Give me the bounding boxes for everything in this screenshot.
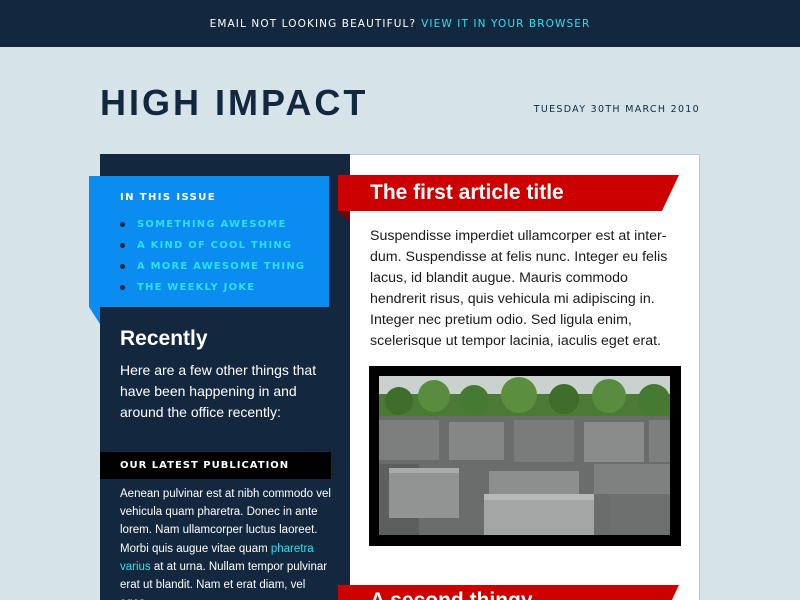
bullet-icon [120,264,125,269]
in-this-issue-fold [89,307,100,324]
issue-item-cool-thing[interactable]: A KIND OF COOL THING [120,235,305,256]
view-in-browser-bar: EMAIL NOT LOOKING BEAUTIFUL? VIEW IT IN … [0,0,800,47]
bullet-icon [120,243,125,248]
bullet-icon [120,222,125,227]
article-title: The first article title [370,181,564,204]
recently-heading: Recently [120,327,208,350]
newsletter-title: HIGH IMPACT [100,82,369,123]
publication-text-end: at at urna. Nullam tempor pulvinar erat … [120,560,328,600]
second-article-title: A second thingy [370,589,533,600]
issue-item-label[interactable]: A KIND OF COOL THING [137,240,292,251]
view-in-browser-prefix: EMAIL NOT LOOKING BEAUTIFUL? [209,17,417,30]
bullet-icon [120,285,125,290]
article-photo [379,376,670,535]
in-this-issue-list: SOMETHING AWESOME A KIND OF COOL THING A… [120,214,305,298]
issue-item-label[interactable]: SOMETHING AWESOME [137,219,287,230]
article-banner-fold [338,211,350,222]
in-this-issue-heading: IN THIS ISSUE [120,192,216,203]
in-this-issue-zigzag-edge [317,176,329,307]
recently-text: Here are a few other things that have be… [120,362,317,420]
article-body: Suspendisse imperdiet ullamcorper est at… [370,228,668,349]
latest-publication-heading: OUR LATEST PUBLICATION [100,452,331,479]
latest-publication-text: Aenean pulvinar est at nibh com­modo vel… [120,485,332,600]
issue-item-more-awesome-thing[interactable]: A MORE AWESOME THING [120,256,305,277]
memorial-photo-image [379,376,670,535]
issue-date: TUESDAY 30TH MARCH 2010 [533,104,700,115]
issue-item-something-awesome[interactable]: SOMETHING AWESOME [120,214,305,235]
issue-item-weekly-joke[interactable]: THE WEEKLY JOKE [120,277,305,298]
issue-item-label[interactable]: THE WEEKLY JOKE [137,282,255,293]
issue-item-label[interactable]: A MORE AWESOME THING [137,261,305,272]
view-in-browser-link[interactable]: VIEW IT IN YOUR BROWSER [421,18,590,30]
